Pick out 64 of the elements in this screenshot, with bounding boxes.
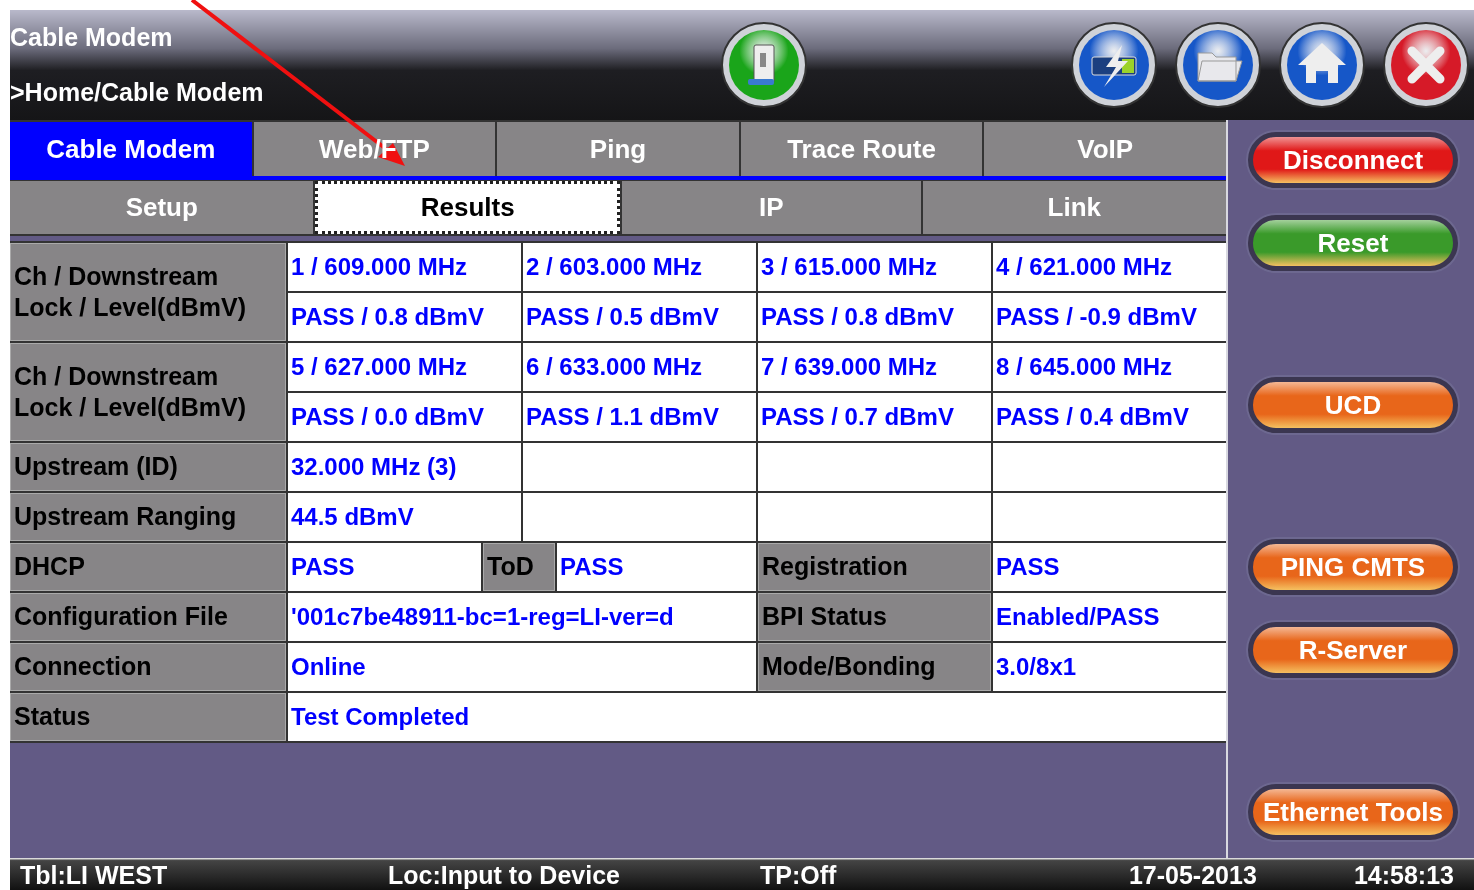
row-label: Ch / Downstream Lock / Level(dBmV) xyxy=(10,343,286,441)
row-label: Configuration File xyxy=(10,593,286,641)
window-title: Cable Modem xyxy=(10,23,174,52)
action-button[interactable]: PING CMTS xyxy=(1248,539,1458,595)
table-cell: '001c7be48911-bc=1-reg=LI-ver=d xyxy=(288,593,756,641)
action-button[interactable]: Ethernet Tools xyxy=(1248,784,1458,840)
row-label: BPI Status xyxy=(758,593,991,641)
row-label: Registration xyxy=(758,543,991,591)
action-button[interactable]: UCD xyxy=(1248,377,1458,433)
table-cell: PASS xyxy=(288,543,481,591)
row-label: Upstream Ranging xyxy=(10,493,286,541)
table-cell: 3.0/8x1 xyxy=(993,643,1226,691)
table-cell: 7 / 639.000 MHz xyxy=(758,343,991,391)
table-status: Tbl:LI WEST xyxy=(20,860,169,890)
tab[interactable]: Cable Modem xyxy=(10,122,252,176)
table-cell: 6 / 633.000 MHz xyxy=(523,343,756,391)
tab[interactable]: Trace Route xyxy=(740,122,983,176)
table-cell: Enabled/PASS xyxy=(993,593,1226,641)
table-cell: Test Completed xyxy=(288,693,1226,741)
table-cell: PASS / 0.4 dBmV xyxy=(993,393,1226,441)
row-label: Connection xyxy=(10,643,286,691)
table-cell: PASS xyxy=(557,543,756,591)
folder-icon[interactable] xyxy=(1174,21,1262,109)
table-cell: PASS / 0.0 dBmV xyxy=(288,393,521,441)
table-cell: PASS xyxy=(993,543,1226,591)
table-cell: 44.5 dBmV xyxy=(288,493,521,541)
table-cell: Online xyxy=(288,643,756,691)
row-label: Mode/Bonding xyxy=(758,643,991,691)
sub-tab[interactable]: Link xyxy=(922,181,1226,234)
action-button[interactable]: Disconnect xyxy=(1248,132,1458,188)
tab[interactable]: VoIP xyxy=(984,122,1226,176)
sub-tab[interactable]: Results xyxy=(315,181,620,234)
table-cell: PASS / 0.5 dBmV xyxy=(523,293,756,341)
table-cell: 5 / 627.000 MHz xyxy=(288,343,521,391)
home-icon[interactable] xyxy=(1278,21,1366,109)
battery-icon[interactable] xyxy=(1070,21,1158,109)
row-label: Upstream (ID) xyxy=(10,443,286,491)
table-cell: PASS / 0.7 dBmV xyxy=(758,393,991,441)
row-label: DHCP xyxy=(10,543,286,591)
table-cell: PASS / 0.8 dBmV xyxy=(758,293,991,341)
status-date: 17-05-2013 xyxy=(1128,860,1258,890)
table-cell: 4 / 621.000 MHz xyxy=(993,243,1226,291)
action-button[interactable]: R-Server xyxy=(1248,622,1458,678)
table-cell: 32.000 MHz (3) xyxy=(288,443,521,491)
location-status: Loc:Input to Device xyxy=(388,860,621,890)
table-cell: PASS / 0.8 dBmV xyxy=(288,293,521,341)
table-cell: 1 / 609.000 MHz xyxy=(288,243,521,291)
row-label: Status xyxy=(10,693,286,741)
action-button[interactable]: Reset xyxy=(1248,215,1458,271)
table-cell: PASS / -0.9 dBmV xyxy=(993,293,1226,341)
table-cell: 2 / 603.000 MHz xyxy=(523,243,756,291)
row-label: ToD xyxy=(483,543,555,591)
row-label: Ch / Downstream Lock / Level(dBmV) xyxy=(10,243,286,341)
table-cell: PASS / 1.1 dBmV xyxy=(523,393,756,441)
table-cell: 3 / 615.000 MHz xyxy=(758,243,991,291)
table-cell: 8 / 645.000 MHz xyxy=(993,343,1226,391)
device-icon[interactable] xyxy=(720,21,808,109)
tp-status: TP:Off xyxy=(760,860,837,890)
breadcrumb: >Home/Cable Modem xyxy=(10,78,265,107)
sub-tab[interactable]: Setup xyxy=(10,181,314,234)
sub-tab[interactable]: IP xyxy=(622,181,921,234)
status-time: 14:58:13 xyxy=(1353,860,1454,890)
close-icon[interactable] xyxy=(1382,21,1470,109)
tab[interactable]: Ping xyxy=(497,122,739,176)
